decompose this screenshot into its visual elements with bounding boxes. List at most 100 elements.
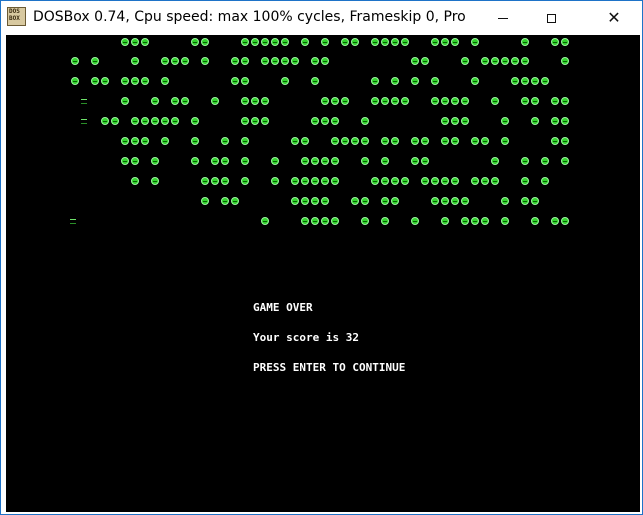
green-cell — [141, 117, 149, 125]
green-cell — [521, 97, 529, 105]
green-cell — [251, 38, 259, 46]
green-cell — [101, 77, 109, 85]
green-cell — [441, 38, 449, 46]
green-cell — [491, 57, 499, 65]
maximize-button[interactable] — [528, 1, 574, 35]
green-cell — [141, 77, 149, 85]
dosbox-app-icon[interactable]: DOS BOX — [7, 7, 26, 26]
green-cell — [281, 57, 289, 65]
green-cell — [151, 97, 159, 105]
green-cell — [111, 117, 119, 125]
green-cell — [131, 117, 139, 125]
green-cell — [461, 117, 469, 125]
green-cell — [231, 197, 239, 205]
green-cell — [561, 97, 569, 105]
green-cell — [391, 38, 399, 46]
green-cell — [131, 177, 139, 185]
green-cell — [331, 117, 339, 125]
green-cell — [381, 38, 389, 46]
green-cell — [121, 77, 129, 85]
close-icon: ✕ — [607, 8, 621, 27]
green-cell — [451, 197, 459, 205]
green-cell — [531, 97, 539, 105]
green-cell — [271, 38, 279, 46]
green-cell — [451, 97, 459, 105]
green-cell — [251, 97, 259, 105]
green-cell — [161, 137, 169, 145]
green-cell — [211, 97, 219, 105]
green-cell — [471, 38, 479, 46]
green-cell — [291, 57, 299, 65]
green-cell — [551, 137, 559, 145]
green-cell — [341, 137, 349, 145]
green-cell — [451, 117, 459, 125]
green-cell — [301, 137, 309, 145]
green-cell — [221, 137, 229, 145]
green-cell — [411, 77, 419, 85]
green-cell — [161, 117, 169, 125]
green-cell — [91, 57, 99, 65]
green-cell — [241, 97, 249, 105]
dos-game-screen[interactable]: GAME OVER Your score is 32 PRESS ENTER T… — [6, 35, 640, 512]
green-cell — [371, 38, 379, 46]
green-cell — [191, 38, 199, 46]
green-cell — [381, 157, 389, 165]
green-cell — [501, 217, 509, 225]
green-cell — [561, 57, 569, 65]
title-bar[interactable]: DOS BOX DOSBox 0.74, Cpu speed: max 100%… — [1, 1, 642, 35]
green-cell — [561, 157, 569, 165]
continue-prompt: PRESS ENTER TO CONTINUE — [253, 361, 406, 374]
green-cell — [441, 97, 449, 105]
green-cell — [351, 137, 359, 145]
minimize-button[interactable] — [480, 1, 526, 35]
green-cell — [341, 97, 349, 105]
green-cell — [331, 217, 339, 225]
green-cell — [481, 137, 489, 145]
green-cell — [531, 77, 539, 85]
green-cell — [291, 137, 299, 145]
green-cell — [131, 77, 139, 85]
green-cell — [311, 197, 319, 205]
green-cell — [131, 157, 139, 165]
green-cell — [191, 137, 199, 145]
green-cell — [351, 38, 359, 46]
green-cell — [151, 177, 159, 185]
green-cell — [501, 57, 509, 65]
green-cell — [491, 177, 499, 185]
green-cell — [311, 217, 319, 225]
green-cell — [461, 57, 469, 65]
green-cell — [441, 197, 449, 205]
green-cell — [431, 77, 439, 85]
green-cell — [531, 197, 539, 205]
green-cell — [461, 97, 469, 105]
green-cell — [511, 77, 519, 85]
score-line: Your score is 32 — [253, 331, 359, 344]
green-cell — [521, 38, 529, 46]
green-cell — [421, 157, 429, 165]
green-cell — [171, 57, 179, 65]
green-cell — [521, 77, 529, 85]
green-cell — [361, 217, 369, 225]
green-cell — [151, 157, 159, 165]
green-cell — [451, 177, 459, 185]
green-cell — [221, 157, 229, 165]
green-cell — [461, 197, 469, 205]
green-cell — [481, 177, 489, 185]
green-cell — [451, 137, 459, 145]
green-cell — [321, 57, 329, 65]
green-cell — [491, 157, 499, 165]
green-cell — [261, 57, 269, 65]
green-cell — [131, 38, 139, 46]
green-cell — [451, 38, 459, 46]
green-cell — [411, 57, 419, 65]
green-cell — [431, 38, 439, 46]
green-cell — [521, 177, 529, 185]
close-button[interactable]: ✕ — [591, 1, 637, 35]
green-cell — [331, 157, 339, 165]
green-cell — [381, 97, 389, 105]
green-cell — [301, 157, 309, 165]
dosbox-icon-text: DOS BOX — [9, 8, 20, 22]
green-cell — [261, 217, 269, 225]
green-cell — [361, 197, 369, 205]
green-cell — [441, 177, 449, 185]
